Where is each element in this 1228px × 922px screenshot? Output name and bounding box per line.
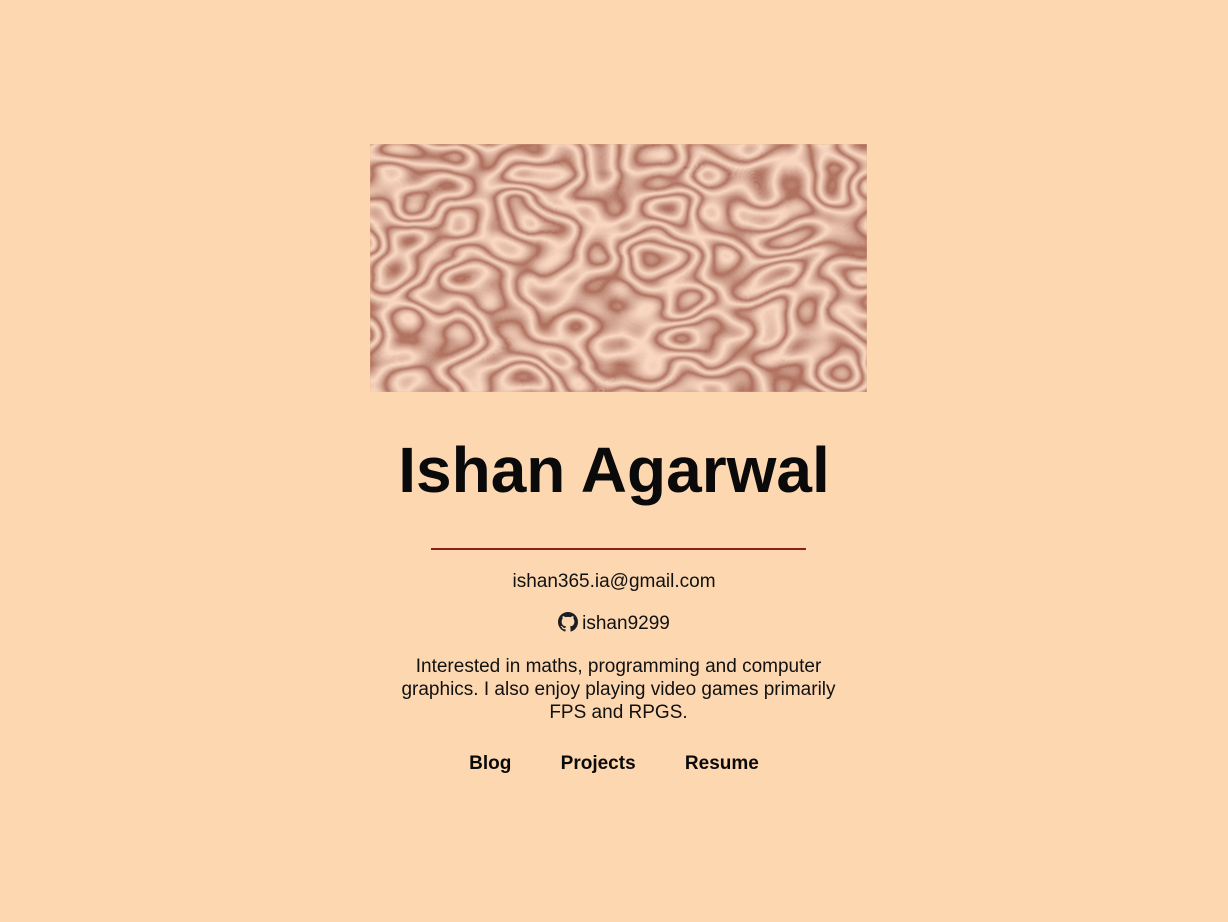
page: Ishan Agarwal ishan365.ia@gmail.com isha…	[0, 0, 1228, 922]
page-title: Ishan Agarwal	[398, 434, 830, 506]
hero-pattern-image	[370, 144, 867, 392]
github-username: ishan9299	[582, 613, 670, 634]
main-nav: Blog Projects Resume	[0, 752, 1228, 776]
title-divider	[431, 548, 806, 550]
nav-link-projects[interactable]: Projects	[561, 753, 636, 774]
nav-link-resume[interactable]: Resume	[685, 753, 759, 774]
email-address[interactable]: ishan365.ia@gmail.com	[0, 570, 1228, 594]
github-link[interactable]: ishan9299	[0, 612, 1228, 636]
bio-text: Interested in maths, programming and com…	[401, 656, 836, 723]
github-icon	[558, 612, 579, 632]
nav-link-blog[interactable]: Blog	[469, 753, 511, 774]
